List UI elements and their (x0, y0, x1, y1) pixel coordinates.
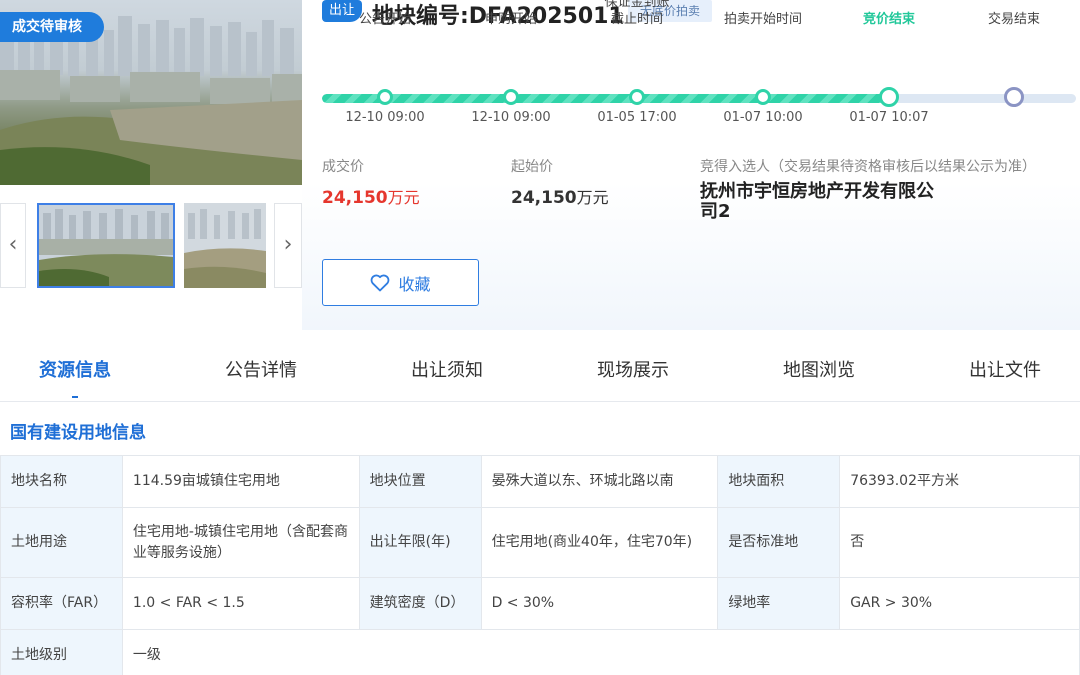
tab-bar: 资源信息 公告详情 出让须知 现场展示 地图浏览 出让文件 (0, 340, 1080, 402)
timeline-step-label: 拍卖开始时间 (723, 12, 802, 27)
table-value: 1.0 < FAR < 1.5 (121, 577, 360, 630)
deal-price-unit: 万元 (387, 188, 420, 207)
table-value: 76393.02平方米 (839, 455, 1080, 508)
timeline-step-dot (879, 87, 899, 107)
tab-site-display[interactable]: 现场展示 (558, 340, 708, 402)
active-tab-indicator (72, 396, 78, 398)
main-photo[interactable]: 成交待审核 (0, 0, 302, 185)
section-title: 国有建设用地信息 (10, 423, 146, 443)
favorite-label: 收藏 (398, 274, 431, 294)
timeline-step-dot (1004, 87, 1024, 107)
table-value: D < 30% (480, 577, 719, 630)
thumbnail-image (184, 203, 266, 288)
table-value: 114.59亩城镇住宅用地 (121, 455, 360, 508)
start-price-unit: 万元 (576, 188, 609, 207)
progress-track (322, 94, 1076, 103)
winner-label: 竞得入选人（交易结果待资格审核后以结果公示为准） (700, 159, 1036, 175)
table-row: 土地级别 一级 (0, 629, 1080, 675)
progress-fill (322, 94, 888, 103)
start-price-value: 24,150万元 (511, 184, 609, 208)
table-key: 容积率（FAR） (0, 577, 123, 630)
timeline-step-time: 12-10 09:00 (345, 110, 425, 125)
start-price-label: 起始价 (511, 159, 553, 175)
timeline-step-dot (755, 89, 771, 105)
table-key: 建筑密度（D） (358, 577, 482, 630)
winner-name: 抚州市宇恒房地产开发有限公司2 (700, 181, 934, 222)
timeline-step-time: 12-10 09:00 (471, 110, 551, 125)
gallery-prev-button[interactable]: ‹ (0, 203, 26, 288)
deal-price-number: 24,150 (322, 188, 388, 208)
table-row: 地块名称 114.59亩城镇住宅用地 地块位置 晏殊大道以东、环城北路以南 地块… (0, 455, 1080, 508)
start-price-number: 24,150 (511, 188, 577, 208)
gallery-thumbnail[interactable] (37, 203, 175, 288)
table-key: 地块名称 (0, 455, 123, 508)
table-key: 地块面积 (717, 455, 841, 508)
gallery-thumbnail[interactable] (184, 203, 266, 288)
tab-map-view[interactable]: 地图浏览 (744, 340, 894, 402)
timeline-step-label: 申购开始 (484, 12, 537, 27)
timeline-step-label: 保证金到账 截止时间 (604, 0, 670, 27)
table-value: GAR > 30% (839, 577, 1080, 630)
chevron-right-icon: › (283, 232, 293, 257)
table-key: 土地级别 (0, 629, 123, 675)
table-value: 晏殊大道以东、环城北路以南 (480, 455, 719, 508)
chevron-left-icon: ‹ (8, 232, 18, 257)
tab-transfer-notice[interactable]: 出让须知 (372, 340, 522, 402)
table-value: 否 (839, 507, 1080, 578)
table-value: 住宅用地(商业40年，住宅70年) (480, 507, 719, 578)
table-key: 是否标准地 (717, 507, 841, 578)
timeline-step-label: 公告开始 (358, 12, 411, 27)
table-row: 土地用途 住宅用地-城镇住宅用地（含配套商业等服务设施） 出让年限(年) 住宅用… (0, 507, 1080, 578)
timeline-step-time: 01-07 10:00 (723, 110, 803, 125)
table-key: 地块位置 (358, 455, 482, 508)
thumbnail-image (39, 205, 173, 286)
status-tag: 成交待审核 (0, 12, 104, 42)
timeline-step-dot (377, 89, 393, 105)
deal-price-label: 成交价 (322, 159, 364, 175)
heart-icon (371, 274, 390, 291)
timeline-step-time: 01-07 10:07 (849, 110, 929, 125)
gallery-next-button[interactable]: › (274, 203, 302, 288)
table-value: 一级 (121, 629, 1080, 675)
timeline-step-label: 交易结束 (987, 12, 1040, 27)
tab-resource-info[interactable]: 资源信息 (0, 340, 150, 402)
table-key: 绿地率 (717, 577, 841, 630)
tab-transfer-documents[interactable]: 出让文件 (930, 340, 1080, 402)
timeline-step-dot (503, 89, 519, 105)
timeline-step-dot (629, 89, 645, 105)
table-value: 住宅用地-城镇住宅用地（含配套商业等服务设施） (121, 507, 360, 578)
tab-announcement-details[interactable]: 公告详情 (186, 340, 336, 402)
favorite-button[interactable]: 收藏 (322, 259, 479, 306)
table-key: 出让年限(年) (358, 507, 482, 578)
deal-price-value: 24,150万元 (322, 184, 420, 208)
land-info-table: 地块名称 114.59亩城镇住宅用地 地块位置 晏殊大道以东、环城北路以南 地块… (0, 455, 1080, 675)
timeline-step-label: 竞价结束 (862, 12, 915, 27)
table-key: 土地用途 (0, 507, 123, 578)
table-row: 容积率（FAR） 1.0 < FAR < 1.5 建筑密度（D） D < 30%… (0, 577, 1080, 630)
timeline-step-time: 01-05 17:00 (597, 110, 677, 125)
